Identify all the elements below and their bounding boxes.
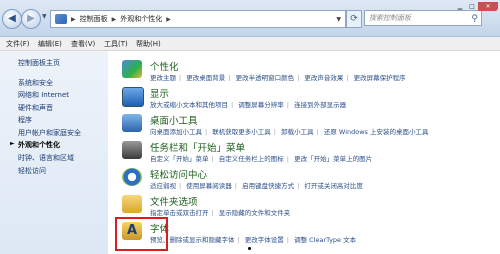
link-restore-gadgets[interactable]: 还原 Windows 上安装的桌面小工具 — [324, 128, 429, 136]
sidebar-item-programs[interactable]: 程序 — [18, 115, 32, 125]
link-show-hidden-files[interactable]: 显示隐藏的文件和文件夹 — [219, 209, 291, 217]
category-title-folder-options[interactable]: 文件夹选项 — [150, 194, 198, 208]
link-screen-reader[interactable]: 使用屏幕阅读器 — [186, 182, 232, 190]
sidebar-item-user-accounts[interactable]: 用户帐户和家庭安全 — [18, 128, 81, 138]
link-change-start-picture[interactable]: 更改「开始」菜单上的图片 — [294, 155, 372, 163]
category-links-display: 放大或缩小文本和其他项目 | 调整屏幕分辨率 | 连接到外部显示器 — [150, 101, 347, 109]
search-icon[interactable]: ⚲ — [471, 12, 478, 26]
category-links-ease-of-access: 适应弱视 | 使用屏幕阅读器 | 启用键盘快捷方式 | 打开或关闭高对比度 — [150, 182, 363, 190]
link-high-contrast[interactable]: 打开或关闭高对比度 — [304, 182, 363, 190]
category-links-taskbar: 自定义「开始」菜单 | 自定义任务栏上的图标 | 更改「开始」菜单上的图片 — [150, 155, 373, 163]
back-arrow-icon: ◀ — [8, 13, 16, 24]
category-links-fonts: 预览、删除或显示和隐藏字体 | 更改字体设置 | 调整 ClearType 文本 — [150, 236, 357, 244]
maximize-button[interactable]: □ — [466, 2, 478, 11]
menu-view[interactable]: 查看(V) — [71, 39, 95, 49]
personalization-icon[interactable] — [122, 60, 142, 78]
sidebar: 控制面板主页 系统和安全 网络和 Internet 硬件和声音 程序 用户帐户和… — [0, 51, 108, 254]
refresh-button[interactable]: ⟳ — [346, 10, 362, 28]
category-title-ease-of-access[interactable]: 轻松访问中心 — [150, 167, 207, 181]
back-button[interactable]: ◀ — [2, 9, 22, 29]
category-links-gadgets: 向桌面添加小工具 | 联机获取更多小工具 | 卸载小工具 | 还原 Windows 上… — [150, 128, 429, 136]
sidebar-item-home[interactable]: 控制面板主页 — [18, 58, 60, 68]
sidebar-item-network[interactable]: 网络和 Internet — [18, 90, 69, 100]
recent-pages-chevron-icon[interactable]: ▼ — [42, 13, 47, 20]
category-title-display[interactable]: 显示 — [150, 86, 169, 100]
breadcrumb-control-panel[interactable]: 控制面板 — [80, 14, 108, 24]
link-low-vision[interactable]: 适应弱视 — [150, 182, 176, 190]
breadcrumb-separator-icon[interactable]: ▶ — [71, 16, 76, 23]
address-dropdown-icon[interactable]: ▼ — [336, 16, 341, 23]
breadcrumb-separator-icon[interactable]: ▶ — [166, 16, 171, 23]
link-get-more-gadgets[interactable]: 联机获取更多小工具 — [212, 128, 271, 136]
folder-options-icon[interactable] — [122, 195, 142, 213]
mouse-pointer-dot — [248, 247, 251, 250]
fonts-highlight-box — [115, 217, 168, 251]
link-external-display[interactable]: 连接到外部显示器 — [294, 101, 346, 109]
link-change-window-color[interactable]: 更改半透明窗口颜色 — [236, 74, 295, 82]
gadgets-icon[interactable] — [122, 114, 142, 132]
link-text-size[interactable]: 放大或缩小文本和其他项目 — [150, 101, 228, 109]
minimize-button[interactable]: ▁ — [454, 2, 466, 11]
link-screen-resolution[interactable]: 调整屏幕分辨率 — [238, 101, 284, 109]
display-icon[interactable] — [122, 87, 144, 107]
category-title-personalization[interactable]: 个性化 — [150, 59, 179, 73]
menu-bar: 文件(F) 编辑(E) 查看(V) 工具(T) 帮助(H) — [0, 37, 500, 51]
link-adjust-cleartype[interactable]: 调整 ClearType 文本 — [294, 236, 356, 244]
search-input[interactable]: 搜索控制面板 ⚲ — [364, 10, 482, 26]
search-placeholder: 搜索控制面板 — [369, 14, 411, 22]
sidebar-item-ease-of-access[interactable]: 轻松访问 — [18, 166, 46, 176]
link-change-sound-effects[interactable]: 更改声音效果 — [304, 74, 343, 82]
link-add-gadgets[interactable]: 向桌面添加小工具 — [150, 128, 202, 136]
category-title-gadgets[interactable]: 桌面小工具 — [150, 113, 198, 127]
category-links-folder-options: 指定单击或双击打开 | 显示隐藏的文件和文件夹 — [150, 209, 291, 217]
menu-help[interactable]: 帮助(H) — [136, 39, 161, 49]
sidebar-item-clock-language[interactable]: 时钟、语言和区域 — [18, 153, 74, 163]
close-button[interactable]: ✕ — [478, 2, 498, 11]
menu-tools[interactable]: 工具(T) — [104, 39, 128, 49]
breadcrumb-appearance[interactable]: 外观和个性化 — [120, 14, 162, 24]
ease-of-access-icon[interactable] — [122, 168, 142, 186]
category-links-personalization: 更改主题 | 更改桌面背景 | 更改半透明窗口颜色 | 更改声音效果 | 更改屏幕保护程… — [150, 74, 406, 82]
main-content: 个性化 更改主题 | 更改桌面背景 | 更改半透明窗口颜色 | 更改声音效果 | 更改屏… — [110, 51, 500, 254]
link-customize-taskbar-icons[interactable]: 自定义任务栏上的图标 — [219, 155, 284, 163]
current-section-arrow-icon: ► — [10, 140, 15, 147]
sidebar-item-appearance[interactable]: 外观和个性化 — [18, 140, 60, 150]
sidebar-item-hardware-sound[interactable]: 硬件和声音 — [18, 103, 53, 113]
menu-file[interactable]: 文件(F) — [6, 39, 30, 49]
link-change-screensaver[interactable]: 更改屏幕保护程序 — [354, 74, 406, 82]
taskbar-icon[interactable] — [122, 141, 142, 159]
address-bar[interactable]: ▶ 控制面板 ▶ 外观和个性化 ▶ ▼ — [50, 10, 346, 28]
sidebar-item-system-security[interactable]: 系统和安全 — [18, 78, 53, 88]
breadcrumb-separator-icon[interactable]: ▶ — [112, 16, 117, 23]
link-uninstall-gadget[interactable]: 卸载小工具 — [281, 128, 314, 136]
link-change-theme[interactable]: 更改主题 — [150, 74, 176, 82]
refresh-icon: ⟳ — [350, 14, 358, 24]
control-panel-icon — [55, 14, 67, 24]
link-keyboard-shortcuts[interactable]: 启用键盘快捷方式 — [242, 182, 294, 190]
forward-arrow-icon: ▶ — [27, 13, 35, 24]
category-title-taskbar[interactable]: 任务栏和「开始」菜单 — [150, 140, 245, 154]
title-bar: ◀ ▶ ▼ ▶ 控制面板 ▶ 外观和个性化 ▶ ▼ ⟳ 搜索控制面板 ⚲ ▁ □… — [0, 0, 500, 37]
menu-edit[interactable]: 编辑(E) — [38, 39, 62, 49]
link-change-desktop-background[interactable]: 更改桌面背景 — [186, 74, 225, 82]
link-single-double-click[interactable]: 指定单击或双击打开 — [150, 209, 209, 217]
link-change-font-settings[interactable]: 更改字体设置 — [245, 236, 284, 244]
forward-button[interactable]: ▶ — [21, 9, 41, 29]
link-customize-start-menu[interactable]: 自定义「开始」菜单 — [150, 155, 209, 163]
